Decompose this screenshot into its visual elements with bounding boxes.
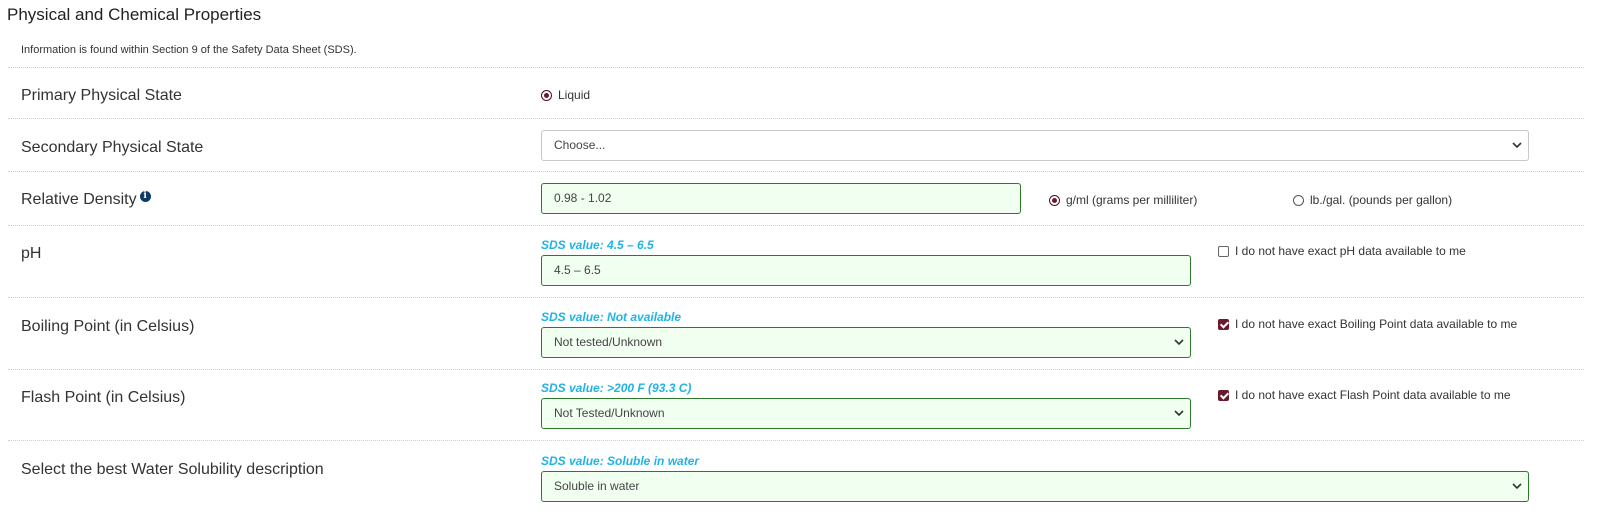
checkbox-checked-icon [1218,319,1229,330]
water-solubility-value: Soluble in water [554,479,640,493]
chevron-down-icon [1174,410,1184,417]
radio-unit-lbgal-label: lb./gal. (pounds per gallon) [1310,193,1453,207]
ph-input[interactable]: 4.5 – 6.5 [541,255,1191,286]
relative-density-label: Relative Density i [21,191,151,209]
secondary-state-label: Secondary Physical State [21,139,204,156]
radio-liquid[interactable]: Liquid [541,88,590,102]
radio-dot-icon [541,89,552,101]
ph-label: pH [21,245,42,262]
ph-sds-value: SDS value: 4.5 – 6.5 [541,238,654,252]
checkbox-checked-icon [1218,390,1229,401]
chevron-down-icon [1512,483,1522,490]
boiling-point-sds-value: SDS value: Not available [541,310,682,324]
row-divider [8,171,1584,172]
flash-point-sds-value: SDS value: >200 F (93.3 C) [541,381,692,395]
flash-point-select[interactable]: Not Tested/Unknown [541,398,1191,429]
secondary-state-select[interactable]: Choose... [541,130,1529,161]
boiling-point-value: Not tested/Unknown [554,335,663,349]
flash-point-no-data-checkbox[interactable]: I do not have exact Flash Point data ava… [1218,387,1538,404]
chevron-down-icon [1512,142,1522,149]
radio-unit-gml[interactable]: g/ml (grams per milliliter) [1049,193,1197,207]
ph-no-data-checkbox[interactable]: I do not have exact pH data available to… [1218,243,1538,260]
flash-point-label: Flash Point (in Celsius) [21,389,186,406]
relative-density-label-text: Relative Density [21,191,137,208]
water-solubility-sds-value: SDS value: Soluble in water [541,454,700,468]
section-info-text: Information is found within Section 9 of… [21,44,357,56]
radio-liquid-label: Liquid [558,88,591,102]
row-divider [8,225,1584,226]
row-divider [8,297,1584,298]
ph-value: 4.5 – 6.5 [554,263,601,277]
radio-dot-icon [1049,194,1060,206]
boiling-point-select[interactable]: Not tested/Unknown [541,327,1191,358]
flash-point-no-data-label: I do not have exact Flash Point data ava… [1235,388,1511,402]
boiling-point-label: Boiling Point (in Celsius) [21,318,195,335]
chevron-down-icon [1174,339,1184,346]
row-divider [8,440,1584,441]
info-circle-icon[interactable]: i [139,191,151,202]
checkbox-icon [1218,246,1229,257]
radio-dot-icon [1293,194,1304,206]
boiling-point-no-data-checkbox[interactable]: I do not have exact Boiling Point data a… [1218,316,1538,333]
water-solubility-label: Select the best Water Solubility descrip… [21,461,324,478]
row-divider [8,67,1584,68]
flash-point-value: Not Tested/Unknown [554,406,665,420]
secondary-state-value: Choose... [554,138,606,152]
water-solubility-select[interactable]: Soluble in water [541,471,1529,502]
radio-unit-gml-label: g/ml (grams per milliliter) [1066,193,1198,207]
boiling-point-no-data-label: I do not have exact Boiling Point data a… [1235,317,1518,331]
section-title: Physical and Chemical Properties [7,5,262,24]
radio-unit-lbgal[interactable]: lb./gal. (pounds per gallon) [1293,193,1452,207]
primary-state-label: Primary Physical State [21,87,182,104]
row-divider [8,369,1584,370]
ph-no-data-label: I do not have exact pH data available to… [1235,244,1466,258]
row-divider [8,118,1584,119]
relative-density-input[interactable]: 0.98 - 1.02 [541,183,1021,214]
relative-density-value: 0.98 - 1.02 [554,191,612,205]
